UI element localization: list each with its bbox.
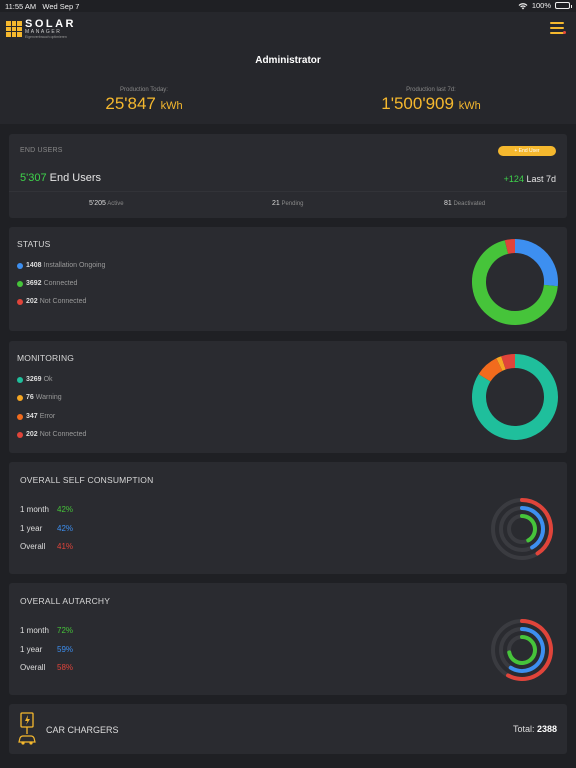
legend-connected: 3692 Connected	[17, 280, 77, 287]
stat-deactivated: 81 Deactivated	[444, 200, 486, 207]
brand-tagline: Eigenverbrauch optimieren	[25, 35, 67, 39]
legend-ok: 3269 Ok	[17, 376, 53, 383]
self-consumption-row-year: 1 year 42%	[20, 523, 74, 533]
self-consumption-row-month: 1 month 42%	[20, 505, 74, 514]
autarchy-row-month: 1 month 72%	[20, 626, 74, 635]
legend-warning: 76 Warning	[17, 394, 62, 401]
donut-slice-error	[478, 358, 503, 382]
self-consumption-title: OVERALL SELF CONSUMPTION	[20, 475, 154, 485]
autarchy-rings-chart	[491, 619, 553, 681]
production-7d-label: Production last 7d:	[406, 87, 456, 93]
autarchy-title: OVERALL AUTARCHY	[20, 596, 111, 606]
ev-charger-icon	[18, 712, 36, 745]
legend-monitoring-not-connected: 202 Not Connected	[17, 431, 86, 438]
legend-error: 347 Error	[17, 413, 55, 420]
donut-slice-installation-ongoing	[514, 239, 558, 287]
end-users-count: 5'307 End Users	[20, 172, 101, 184]
autarchy-card[interactable]: OVERALL AUTARCHY 1 month 72% 1 year 59% Ov…	[9, 583, 567, 695]
production-7d-unit: kWh	[458, 100, 481, 112]
car-chargers-total: Total: 2388	[512, 724, 557, 734]
notification-dot	[563, 31, 566, 34]
battery-icon	[555, 2, 572, 9]
wifi-icon	[518, 2, 528, 9]
hamburger-menu-icon[interactable]	[550, 22, 566, 34]
production-today-value: 25'847	[105, 94, 156, 113]
add-end-user-button[interactable]: + End User	[498, 146, 556, 156]
self-consumption-row-overall: Overall 41%	[20, 542, 74, 551]
solar-manager-logo[interactable]: SOLAR MANAGER Eigenverbrauch optimieren	[6, 19, 76, 39]
legend-not-connected: 202 Not Connected	[17, 298, 86, 305]
battery-percent: 100%	[531, 1, 551, 10]
production-today-label: Production Today:	[120, 87, 168, 93]
autarchy-row-year: 1 year 59%	[20, 644, 74, 654]
legend-installation-ongoing: 1408 Installation Ongoing	[17, 262, 105, 269]
autarchy-row-overall: Overall 58%	[20, 663, 74, 672]
end-users-delta: +124 Last 7d	[503, 174, 556, 184]
production-7d-value: 1'500'909	[381, 94, 454, 113]
monitoring-title: MONITORING	[17, 353, 75, 363]
ring-1-year	[508, 627, 545, 673]
end-users-card[interactable]: END USERS + End User 5'307 End Users +12…	[9, 134, 567, 218]
production-7d: Production last 7d: 1'500'909 kWh	[331, 87, 531, 114]
page-title: Administrator	[255, 55, 321, 66]
stat-active: 5'205 Active	[89, 200, 124, 207]
status-time: 11:55 AM Wed Sep 7	[5, 2, 80, 11]
donut-slice-not-connected	[504, 239, 516, 254]
status-bar: 11:55 AM Wed Sep 7 100%	[0, 0, 576, 12]
production-today: Production Today: 25'847 kWh	[44, 87, 244, 114]
car-chargers-card[interactable]: CAR CHARGERS Total: 2388	[9, 704, 567, 754]
ring-1-month	[520, 514, 537, 543]
self-consumption-card[interactable]: OVERALL SELF CONSUMPTION 1 month 42% 1 ye…	[9, 462, 567, 574]
car-chargers-title: CAR CHARGERS	[46, 725, 119, 735]
donut-slice-not-connected	[501, 354, 516, 370]
end-users-title: END USERS	[20, 147, 63, 154]
production-today-unit: kWh	[160, 100, 183, 112]
donut-slice-warning	[496, 356, 506, 371]
stat-pending: 21 Pending	[272, 200, 304, 207]
brand-name: SOLAR	[25, 18, 76, 30]
header: SOLAR MANAGER Eigenverbrauch optimieren …	[0, 12, 576, 124]
status-donut-chart	[472, 239, 558, 325]
logo-grid-icon	[6, 21, 22, 37]
self-consumption-rings-chart	[491, 498, 553, 560]
status-title: STATUS	[17, 239, 51, 249]
status-card[interactable]: STATUS 1408 Installation Ongoing 3692 Conn…	[9, 227, 567, 331]
monitoring-donut-chart	[472, 354, 558, 440]
monitoring-card[interactable]: MONITORING 3269 Ok 76 Warning 347 Error 202…	[9, 341, 567, 453]
